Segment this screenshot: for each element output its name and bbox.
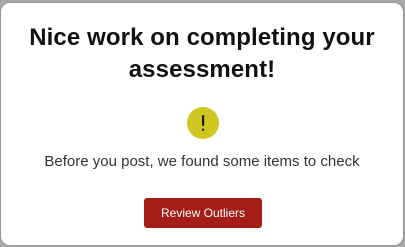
review-outliers-button[interactable]: Review Outliers [144, 198, 262, 228]
exclamation-glyph [202, 115, 205, 131]
dialog-message: Before you post, we found some items to … [44, 153, 360, 170]
exclamation-icon [187, 107, 219, 139]
dialog-title: Nice work on completing your assessment! [29, 24, 375, 83]
assessment-complete-dialog: Nice work on completing your assessment!… [1, 3, 403, 245]
